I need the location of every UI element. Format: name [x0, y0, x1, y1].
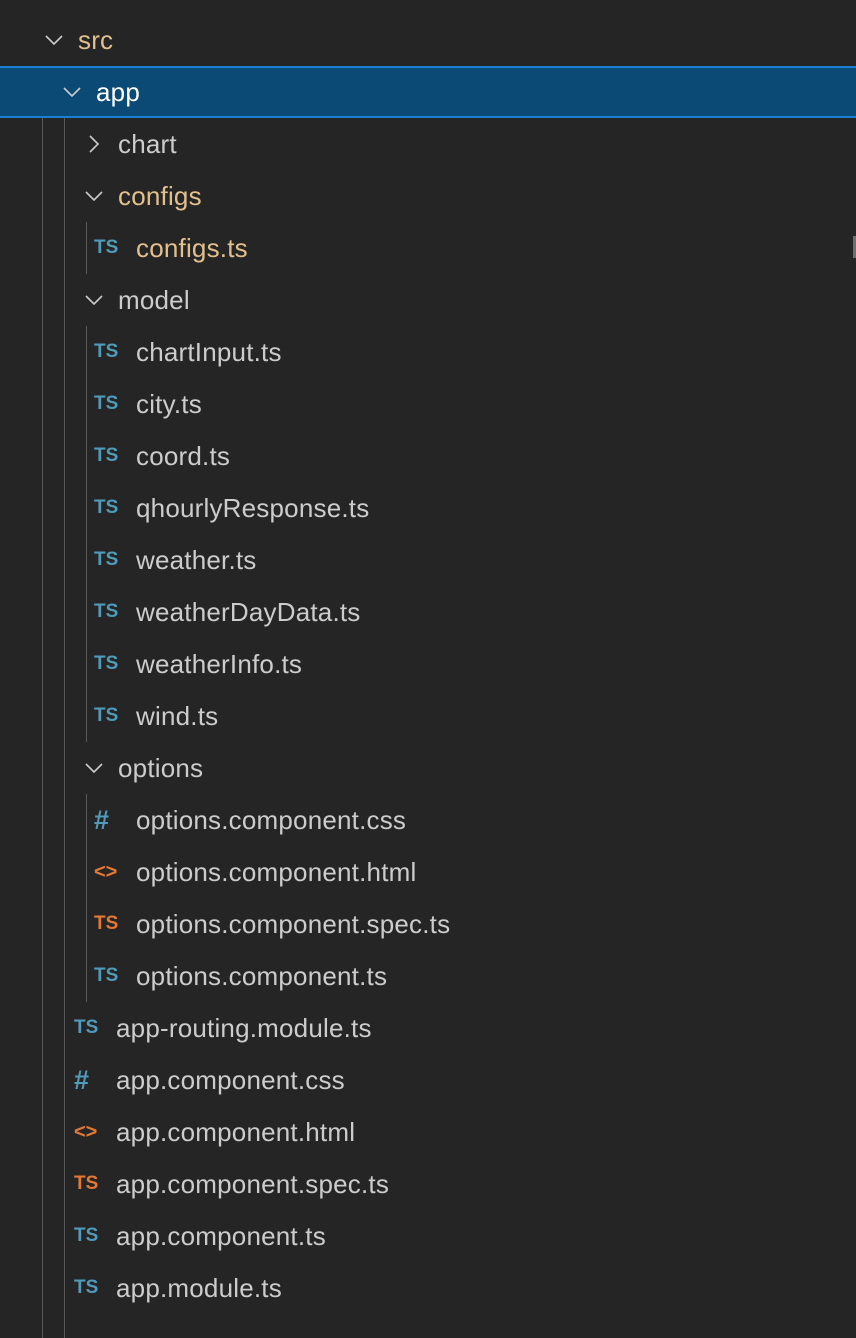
typescript-file-icon: TS: [94, 393, 119, 414]
typescript-file-icon: TS: [94, 653, 119, 674]
typescript-file-icon: TS: [94, 549, 119, 570]
file-label: coord.ts: [136, 440, 231, 471]
tree-row-options-component-css[interactable]: # options.component.css: [0, 794, 856, 846]
file-label: app.component.css: [116, 1064, 345, 1095]
folder-label: chart: [118, 128, 177, 159]
tree-row-chartinput-ts[interactable]: TS chartInput.ts: [0, 326, 856, 378]
chevron-down-icon[interactable]: [82, 288, 106, 312]
folder-label: configs: [118, 180, 202, 211]
typescript-file-icon: TS: [94, 497, 119, 518]
file-label: wind.ts: [136, 700, 219, 731]
typescript-spec-file-icon: TS: [74, 1173, 99, 1194]
html-file-icon: <>: [74, 1120, 98, 1143]
file-explorer-tree: src app chart configs TS configs.ts model TS ch…: [0, 0, 856, 1338]
tree-row-options-component-ts[interactable]: TS options.component.ts: [0, 950, 856, 1002]
typescript-file-icon: TS: [94, 445, 119, 466]
tree-row-app-module-ts[interactable]: TS app.module.ts: [0, 1262, 856, 1314]
css-file-icon: #: [94, 804, 110, 835]
tree-row-options-component-spec-ts[interactable]: TS options.component.spec.ts: [0, 898, 856, 950]
folder-label: model: [118, 284, 190, 315]
file-label: city.ts: [136, 388, 202, 419]
typescript-file-icon: TS: [74, 1225, 99, 1246]
tree-row-app-component-html[interactable]: <> app.component.html: [0, 1106, 856, 1158]
tree-row-city-ts[interactable]: TS city.ts: [0, 378, 856, 430]
tree-row-configs-ts[interactable]: TS configs.ts: [0, 222, 856, 274]
typescript-file-icon: TS: [94, 341, 119, 362]
tree-row-model[interactable]: model: [0, 274, 856, 326]
css-file-icon: #: [74, 1064, 90, 1095]
chevron-down-icon[interactable]: [60, 80, 84, 104]
file-label: chartInput.ts: [136, 336, 282, 367]
tree-row-weatherinfo-ts[interactable]: TS weatherInfo.ts: [0, 638, 856, 690]
file-label: options.component.css: [136, 804, 407, 835]
file-label: weatherDayData.ts: [136, 596, 361, 627]
chevron-down-icon[interactable]: [42, 28, 66, 52]
folder-label: src: [78, 24, 114, 55]
tree-row-chart[interactable]: chart: [0, 118, 856, 170]
typescript-file-icon: TS: [74, 1277, 99, 1298]
html-file-icon: <>: [94, 860, 118, 883]
tree-row-app[interactable]: app: [0, 66, 856, 118]
file-label: weather.ts: [136, 544, 257, 575]
chevron-down-icon[interactable]: [82, 184, 106, 208]
tree-row-app-component-spec-ts[interactable]: TS app.component.spec.ts: [0, 1158, 856, 1210]
typescript-file-icon: TS: [74, 1017, 99, 1038]
chevron-right-icon[interactable]: [82, 132, 106, 156]
tree-row-app-component-ts[interactable]: TS app.component.ts: [0, 1210, 856, 1262]
file-label: app.component.html: [116, 1116, 356, 1147]
file-label: weatherInfo.ts: [136, 648, 303, 679]
file-label: app-routing.module.ts: [116, 1012, 372, 1043]
file-label: options.component.spec.ts: [136, 908, 451, 939]
tree-row-options-component-html[interactable]: <> options.component.html: [0, 846, 856, 898]
typescript-spec-file-icon: TS: [94, 913, 119, 934]
file-label: app.component.ts: [116, 1220, 326, 1251]
file-label: app.module.ts: [116, 1272, 282, 1303]
typescript-file-icon: TS: [94, 601, 119, 622]
typescript-file-icon: TS: [94, 965, 119, 986]
typescript-file-icon: TS: [94, 705, 119, 726]
tree-row-qhourlyresponse-ts[interactable]: TS qhourlyResponse.ts: [0, 482, 856, 534]
file-label: options.component.ts: [136, 960, 388, 991]
file-label: app.component.spec.ts: [116, 1168, 390, 1199]
tree-row-weather-ts[interactable]: TS weather.ts: [0, 534, 856, 586]
tree-row-coord-ts[interactable]: TS coord.ts: [0, 430, 856, 482]
folder-label: options: [118, 752, 204, 783]
file-label: configs.ts: [136, 232, 248, 263]
folder-label: app: [96, 76, 140, 107]
tree-row-weatherdaydata-ts[interactable]: TS weatherDayData.ts: [0, 586, 856, 638]
tree-row-configs[interactable]: configs: [0, 170, 856, 222]
file-label: options.component.html: [136, 856, 417, 887]
tree-row-src[interactable]: src: [0, 14, 856, 66]
typescript-file-icon: TS: [94, 237, 119, 258]
tree-row-wind-ts[interactable]: TS wind.ts: [0, 690, 856, 742]
tree-row-app-component-css[interactable]: # app.component.css: [0, 1054, 856, 1106]
chevron-down-icon[interactable]: [82, 756, 106, 780]
tree-row-app-routing-module-ts[interactable]: TS app-routing.module.ts: [0, 1002, 856, 1054]
file-label: qhourlyResponse.ts: [136, 492, 370, 523]
tree-row-options[interactable]: options: [0, 742, 856, 794]
